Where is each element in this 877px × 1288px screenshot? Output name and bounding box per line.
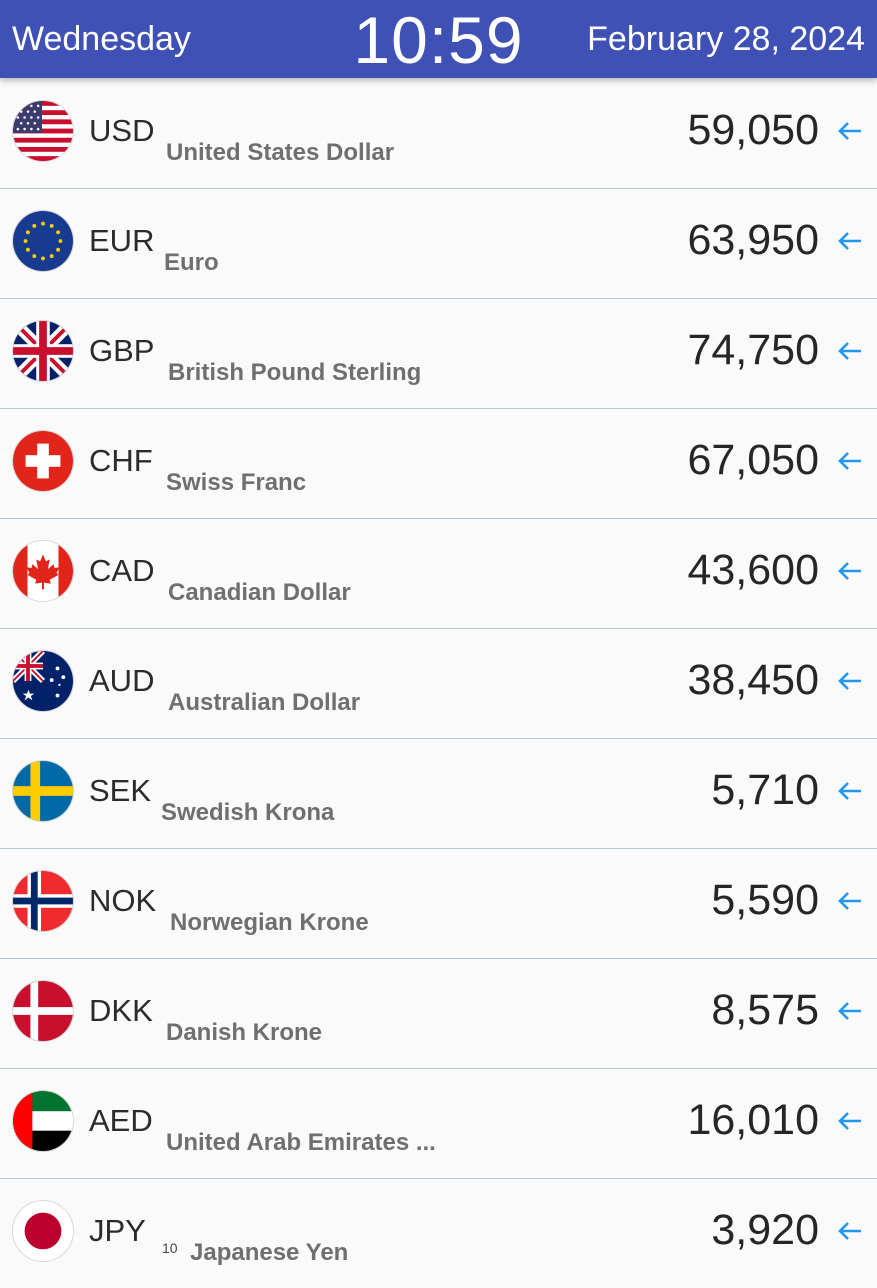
currency-name: Norwegian Krone [170, 909, 369, 936]
arrow-left-icon[interactable] [837, 890, 863, 912]
sweden-flag-icon [12, 760, 74, 822]
rate-row-sek[interactable]: SEK Swedish Krona 5,710 [0, 739, 877, 849]
arrow-left-icon[interactable] [837, 1000, 863, 1022]
rate-value: 43,600 [687, 546, 819, 594]
date-label: February 28, 2024 [587, 20, 865, 58]
rate-row-nok[interactable]: NOK Norwegian Krone 5,590 [0, 849, 877, 959]
swiss-flag-icon [12, 430, 74, 492]
currency-name: British Pound Sterling [168, 359, 422, 386]
currency-code: AUD [89, 663, 155, 698]
arrow-left-icon[interactable] [837, 780, 863, 802]
japan-flag-icon [12, 1200, 74, 1262]
rate-value: 3,920 [711, 1206, 819, 1254]
currency-code: NOK [89, 883, 157, 918]
weekday-label: Wednesday [12, 20, 191, 58]
currency-code: USD [89, 113, 155, 148]
currency-name: Australian Dollar [168, 689, 361, 716]
australia-flag-icon [12, 650, 74, 712]
arrow-left-icon[interactable] [837, 560, 863, 582]
eu-flag-icon [12, 210, 74, 272]
arrow-left-icon[interactable] [837, 670, 863, 692]
rate-value: 38,450 [687, 656, 819, 704]
currency-code: DKK [89, 993, 153, 1028]
currency-code: GBP [89, 333, 155, 368]
top-bar: Wednesday 10:59 February 28, 2024 [0, 0, 877, 78]
arrow-left-icon[interactable] [837, 340, 863, 362]
currency-code: CAD [89, 553, 155, 588]
us-flag-icon [12, 100, 74, 162]
currency-name: Japanese Yen [190, 1239, 349, 1266]
currency-name: Swedish Krona [161, 799, 335, 826]
rate-value: 74,750 [687, 326, 819, 374]
exchange-rate-list: USD United States Dollar 59,050 EUR Euro… [0, 79, 877, 1288]
rate-row-aed[interactable]: AED United Arab Emirates ... 16,010 [0, 1069, 877, 1179]
footnote-marker: 10 [162, 1240, 178, 1256]
arrow-left-icon[interactable] [837, 1220, 863, 1242]
currency-name: Euro [164, 249, 219, 276]
rate-row-cad[interactable]: CAD Canadian Dollar 43,600 [0, 519, 877, 629]
canada-flag-icon [12, 540, 74, 602]
currency-code: AED [89, 1103, 153, 1138]
currency-name: Canadian Dollar [168, 579, 351, 606]
rate-value: 5,590 [711, 876, 819, 924]
currency-code: CHF [89, 443, 153, 478]
currency-name: Swiss Franc [166, 469, 307, 496]
rate-value: 16,010 [687, 1096, 819, 1144]
rate-row-dkk[interactable]: DKK Danish Krone 8,575 [0, 959, 877, 1069]
rate-value: 67,050 [687, 436, 819, 484]
rate-value: 59,050 [687, 106, 819, 154]
currency-name: Danish Krone [166, 1019, 323, 1046]
norway-flag-icon [12, 870, 74, 932]
rate-row-chf[interactable]: CHF Swiss Franc 67,050 [0, 409, 877, 519]
currency-code: EUR [89, 223, 155, 258]
rate-row-aud[interactable]: AUD Australian Dollar 38,450 [0, 629, 877, 739]
denmark-flag-icon [12, 980, 74, 1042]
arrow-left-icon[interactable] [837, 1110, 863, 1132]
currency-name: United Arab Emirates ... [166, 1129, 436, 1156]
rate-value: 63,950 [687, 216, 819, 264]
rate-value: 8,575 [711, 986, 819, 1034]
uk-flag-icon [12, 320, 74, 382]
rate-row-gbp[interactable]: GBP British Pound Sterling 74,750 [0, 299, 877, 409]
currency-code: JPY [89, 1213, 146, 1248]
rate-row-usd[interactable]: USD United States Dollar 59,050 [0, 79, 877, 189]
rate-row-jpy[interactable]: JPY Japanese Yen 3,920 [0, 1179, 877, 1288]
arrow-left-icon[interactable] [837, 120, 863, 142]
rate-row-eur[interactable]: EUR Euro 63,950 [0, 189, 877, 299]
uae-flag-icon [12, 1090, 74, 1152]
arrow-left-icon[interactable] [837, 230, 863, 252]
arrow-left-icon[interactable] [837, 450, 863, 472]
currency-code: SEK [89, 773, 152, 808]
currency-name: United States Dollar [166, 139, 395, 166]
rate-value: 5,710 [711, 766, 819, 814]
